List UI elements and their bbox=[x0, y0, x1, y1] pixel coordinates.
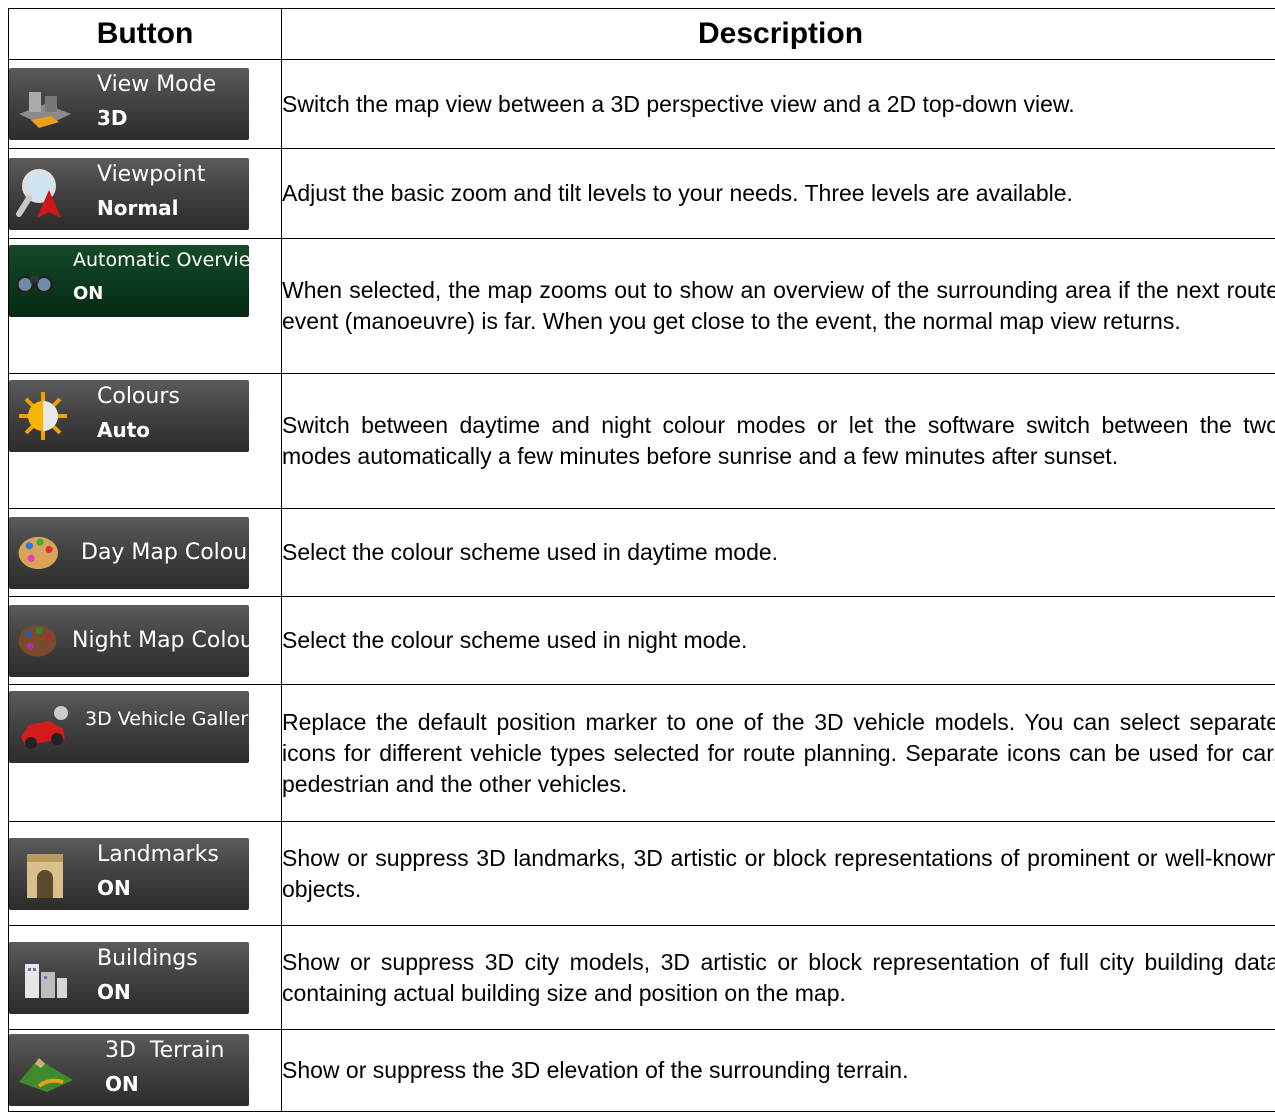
row-description: Show or suppress 3D city models, 3D arti… bbox=[282, 926, 1275, 1030]
row-description: Switch the map view between a 3D perspec… bbox=[282, 60, 1275, 149]
row-description: When selected, the map zooms out to show… bbox=[282, 239, 1275, 374]
table-row: Viewpoint Normal Adjust the basic zoom a… bbox=[9, 149, 1275, 239]
row-description: Select the colour scheme used in night m… bbox=[282, 597, 1275, 685]
colours-button[interactable]: Colours Auto bbox=[9, 380, 249, 452]
terrain-button[interactable]: 3D Terrain ON bbox=[9, 1034, 249, 1106]
button-title: 3D Terrain bbox=[105, 1038, 224, 1063]
button-title: Colours bbox=[97, 384, 180, 409]
row-description: Adjust the basic zoom and tilt levels to… bbox=[282, 149, 1275, 239]
table-row: Landmarks ON Show or suppress 3D landmar… bbox=[9, 822, 1275, 926]
button-value: ON bbox=[97, 876, 131, 900]
button-title: Buildings bbox=[97, 946, 198, 971]
table-row: Colours Auto Switch between daytime and … bbox=[9, 374, 1275, 509]
header-row: Button Description bbox=[9, 9, 1275, 60]
vehicle-gallery-button[interactable]: 3D Vehicle Gallery bbox=[9, 691, 249, 763]
terrain-icon bbox=[15, 1042, 77, 1098]
arch-icon bbox=[15, 846, 73, 902]
viewpoint-button[interactable]: Viewpoint Normal bbox=[9, 158, 249, 230]
table-row: 3D Vehicle Gallery Replace the default p… bbox=[9, 685, 1275, 822]
button-value: Auto bbox=[97, 418, 150, 442]
car-icon bbox=[15, 699, 73, 755]
viewpoint-icon bbox=[15, 166, 73, 222]
automatic-overview-button[interactable]: Automatic Overview ON bbox=[9, 245, 249, 317]
view-mode-icon bbox=[15, 76, 73, 132]
landmarks-button[interactable]: Landmarks ON bbox=[9, 838, 249, 910]
table-row: 3D Terrain ON Show or suppress the 3D el… bbox=[9, 1030, 1275, 1112]
button-title: Landmarks bbox=[97, 842, 219, 867]
view-mode-button[interactable]: View Mode 3D bbox=[9, 68, 249, 140]
dark-palette-icon bbox=[15, 613, 65, 669]
row-description: Replace the default position marker to o… bbox=[282, 685, 1275, 822]
button-title: Day Map Colour bbox=[81, 517, 256, 589]
night-map-colour-button[interactable]: Night Map Colour bbox=[9, 605, 249, 677]
settings-table: Button Description View Mode 3D Switch t… bbox=[8, 8, 1275, 1112]
header-button: Button bbox=[9, 9, 282, 60]
row-description: Switch between daytime and night colour … bbox=[282, 374, 1275, 509]
binoculars-icon bbox=[13, 253, 63, 309]
sun-moon-icon bbox=[15, 388, 73, 444]
button-title: Night Map Colour bbox=[72, 605, 263, 677]
button-value: 3D bbox=[97, 106, 128, 130]
palette-icon bbox=[15, 525, 67, 581]
table-row: Automatic Overview ON When selected, the… bbox=[9, 239, 1275, 374]
table-row: View Mode 3D Switch the map view between… bbox=[9, 60, 1275, 149]
button-title: 3D Vehicle Gallery bbox=[85, 683, 259, 755]
button-title: Automatic Overview bbox=[73, 249, 266, 271]
table-row: Buildings ON Show or suppress 3D city mo… bbox=[9, 926, 1275, 1030]
buildings-button[interactable]: Buildings ON bbox=[9, 942, 249, 1014]
button-value: ON bbox=[105, 1072, 139, 1096]
button-title: Viewpoint bbox=[97, 162, 205, 187]
table-row: Day Map Colour Select the colour scheme … bbox=[9, 509, 1275, 597]
button-value: Normal bbox=[97, 196, 179, 220]
header-description: Description bbox=[282, 9, 1275, 60]
buildings-icon bbox=[15, 950, 73, 1006]
table-row: Night Map Colour Select the colour schem… bbox=[9, 597, 1275, 685]
row-description: Select the colour scheme used in daytime… bbox=[282, 509, 1275, 597]
button-value: ON bbox=[73, 283, 103, 304]
button-title: View Mode bbox=[97, 72, 216, 97]
row-description: Show or suppress 3D landmarks, 3D artist… bbox=[282, 822, 1275, 926]
day-map-colour-button[interactable]: Day Map Colour bbox=[9, 517, 249, 589]
row-description: Show or suppress the 3D elevation of the… bbox=[282, 1030, 1275, 1112]
button-value: ON bbox=[97, 980, 131, 1004]
